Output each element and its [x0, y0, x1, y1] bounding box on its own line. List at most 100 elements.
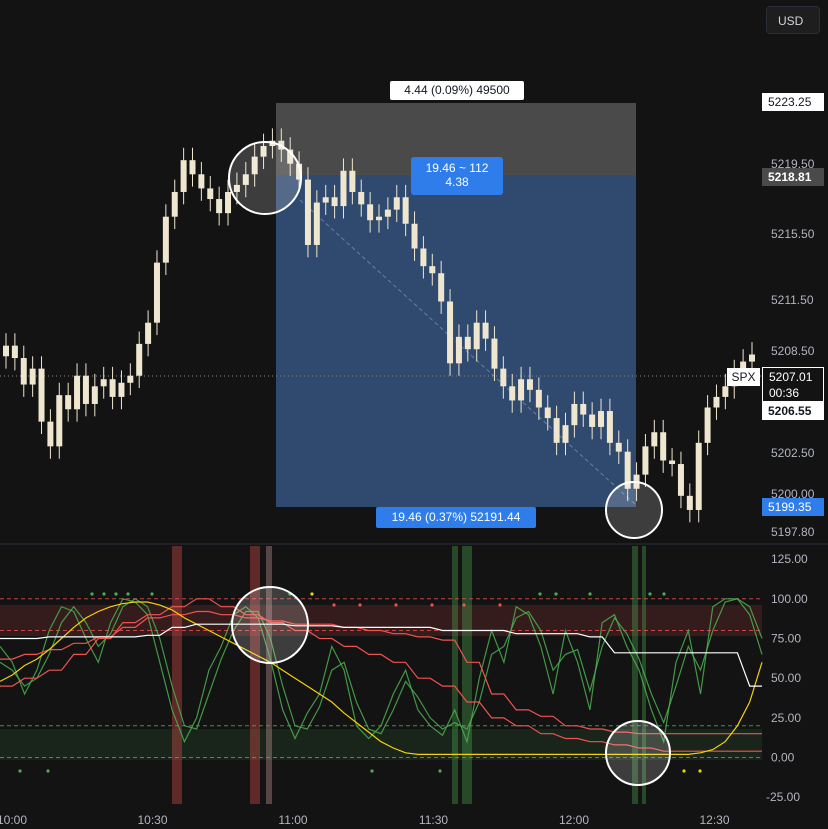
price-tag-top: 5223.25 [762, 93, 824, 111]
time-axis-tick: 12:00 [559, 813, 589, 827]
candle-body [598, 411, 605, 427]
candle-body [438, 273, 445, 302]
time-axis-tick: 12:30 [699, 813, 729, 827]
price-axis-tick: 5208.50 [771, 344, 815, 358]
bar-countdown: 00:36 [769, 386, 800, 400]
signal-dot [438, 769, 442, 773]
candle-body [535, 389, 542, 408]
candle-body [473, 322, 480, 350]
osc-axis-tick: 100.00 [771, 592, 808, 606]
signal-dot [554, 592, 558, 596]
signal-dot [46, 769, 50, 773]
candle-body [562, 425, 569, 443]
candle-body [145, 322, 152, 344]
price-tag-current: 5207.01 00:36 [762, 367, 824, 402]
measure-range-label: 4.44 (0.09%) 49500 [390, 81, 524, 100]
candle-body [189, 160, 196, 175]
candle-body [340, 170, 347, 207]
candle-body [313, 202, 320, 245]
osc-axis-tick: 50.00 [771, 671, 801, 685]
symbol-tag: SPX [727, 368, 760, 386]
candle-body [331, 197, 338, 207]
candle-body [38, 368, 45, 422]
signal-dot [358, 603, 362, 607]
signal-dot [102, 592, 106, 596]
measure-mid-line2: 4.38 [445, 175, 469, 189]
candle-body [571, 403, 578, 426]
signal-dot [310, 592, 314, 596]
price-tag-low: 5199.35 [762, 498, 824, 516]
candle-body [553, 418, 560, 443]
candle-body [464, 336, 471, 350]
candle-body [411, 223, 418, 249]
candle-body [384, 209, 391, 217]
candle-body [11, 345, 18, 359]
candle-body [429, 266, 436, 274]
measure-mid-line1: 19.46 ~ 112 [425, 161, 489, 175]
candle-body [207, 188, 214, 200]
candle-body [65, 395, 72, 410]
overbought-band [0, 605, 762, 636]
candle-body [56, 395, 63, 447]
signal-dot [370, 769, 374, 773]
candle-body [74, 375, 81, 410]
candle-body [669, 460, 676, 465]
osc-axis-tick: 125.00 [771, 552, 808, 566]
candle-body [118, 382, 125, 397]
signal-dot [332, 603, 336, 607]
trading-chart[interactable]: 5219.505215.505211.505208.505205.005202.… [0, 0, 828, 829]
time-axis-tick: 11:30 [419, 813, 448, 827]
candle-body [447, 301, 454, 364]
candle-body [216, 199, 223, 214]
signal-dot [126, 592, 130, 596]
candle-body [127, 375, 134, 383]
signal-dot [538, 592, 542, 596]
candle-body [376, 216, 382, 221]
candle-body [589, 414, 596, 427]
candle-body [677, 464, 684, 496]
candle-body [109, 379, 116, 397]
current-price-value: 5207.01 [769, 370, 813, 384]
candle-body [402, 197, 409, 224]
signal-dot [18, 769, 22, 773]
candle-body [153, 262, 160, 323]
candle-body [455, 336, 462, 364]
osc-axis-tick: 75.00 [771, 631, 801, 645]
price-tag-last: 5206.55 [762, 402, 824, 420]
price-axis-tick: 5202.50 [771, 446, 815, 460]
signal-dot [662, 592, 666, 596]
signal-bar [452, 546, 458, 804]
candle-body [509, 386, 516, 401]
signal-dot [682, 769, 686, 773]
signal-dot [150, 592, 154, 596]
candle-body [100, 379, 107, 387]
signal-bar [250, 546, 260, 804]
candle-body [518, 379, 525, 401]
candle-body [580, 403, 587, 415]
highlight-circle-low [605, 481, 663, 539]
candle-body [136, 343, 143, 376]
price-tag-high: 5218.81 [762, 168, 824, 186]
candle-body [722, 386, 729, 397]
candle-body [749, 354, 755, 362]
candle-body [180, 160, 187, 192]
signal-dot [462, 603, 466, 607]
candle-body [500, 368, 507, 387]
signal-dot [90, 592, 94, 596]
osc-axis-tick: 0.00 [771, 751, 795, 765]
candle-body [20, 358, 27, 385]
candle-body [162, 216, 169, 263]
currency-button[interactable]: USD [766, 6, 820, 34]
candle-body [651, 432, 658, 447]
candle-body [3, 345, 9, 357]
signal-bar [462, 546, 472, 804]
highlight-circle-high [228, 141, 302, 215]
signal-dot [498, 603, 502, 607]
candle-body [695, 442, 702, 510]
candle-body [322, 197, 329, 203]
price-axis-tick: 5211.50 [771, 293, 814, 307]
signal-dot [648, 592, 652, 596]
candle-body [349, 170, 356, 192]
candle-body [198, 174, 205, 189]
candle-body [171, 191, 178, 217]
